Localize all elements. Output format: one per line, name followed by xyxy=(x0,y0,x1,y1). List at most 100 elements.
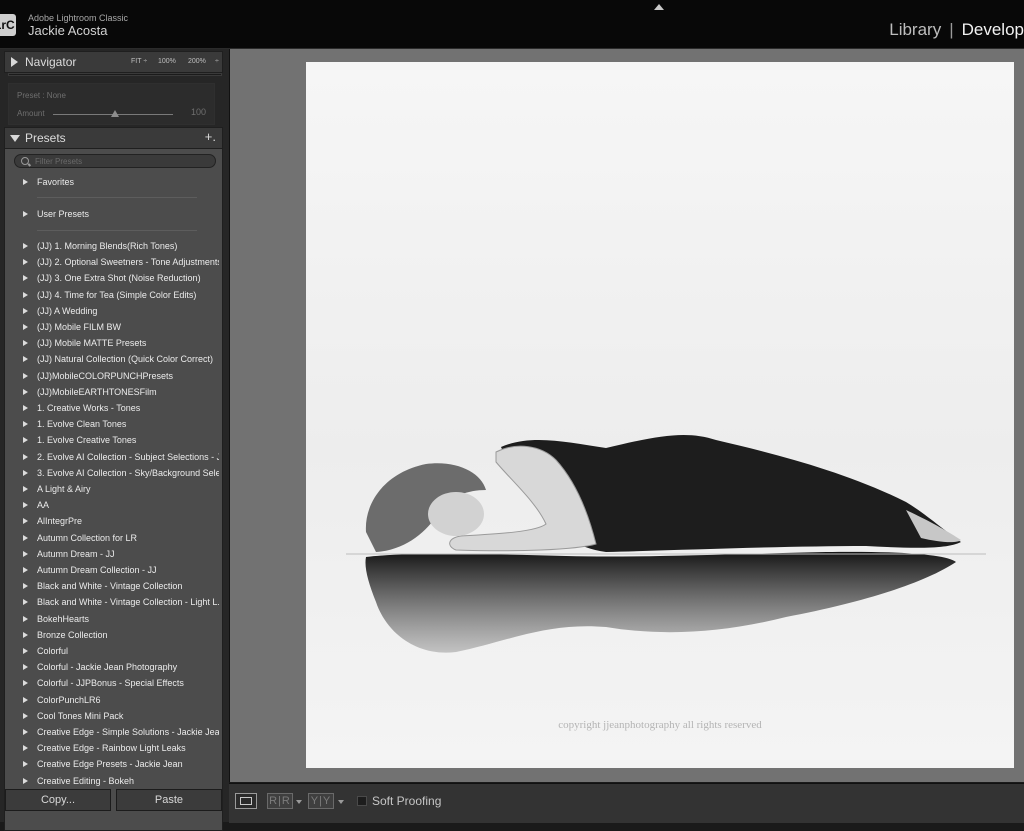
expand-group-icon xyxy=(23,437,28,444)
zoom-fit[interactable]: FIT ÷ xyxy=(131,58,147,65)
preset-group-item[interactable]: User Presets xyxy=(5,208,222,222)
preset-group-item[interactable]: (JJ) A Wedding xyxy=(5,305,222,319)
preset-group-item[interactable]: Creative Edge Presets - Jackie Jean xyxy=(5,758,222,772)
presets-header[interactable]: Presets +. xyxy=(4,127,223,149)
preset-group-item[interactable]: AlIntegrPre xyxy=(5,515,222,529)
preset-group-label: Black and White - Vintage Collection - L… xyxy=(37,597,219,608)
chevron-down-icon[interactable] xyxy=(338,800,344,804)
lightroom-logo: LrC xyxy=(0,14,16,36)
preset-group-item[interactable]: Autumn Dream Collection - JJ xyxy=(5,564,222,578)
preset-group-item[interactable]: (JJ) 2. Optional Sweetners - Tone Adjust… xyxy=(5,256,222,270)
expand-group-icon xyxy=(23,356,28,363)
preset-group-item[interactable]: Creative Editing - Bokeh xyxy=(5,775,222,789)
loupe-view-icon[interactable] xyxy=(235,793,257,809)
paste-button[interactable]: Paste xyxy=(116,789,222,811)
preset-group-item[interactable]: 1. Creative Works - Tones xyxy=(5,402,222,416)
expand-group-icon xyxy=(23,421,28,428)
preset-group-label: Creative Edge Presets - Jackie Jean xyxy=(37,759,183,770)
expand-group-icon xyxy=(23,777,28,784)
preset-group-item[interactable]: (JJ) Mobile MATTE Presets xyxy=(5,337,222,351)
module-picker: Library | Develop xyxy=(889,20,1024,40)
preset-group-label: Creative Edge - Simple Solutions - Jacki… xyxy=(37,727,219,737)
photo-preview[interactable]: copyright jjeanphotography all rights re… xyxy=(306,62,1014,768)
expand-group-icon xyxy=(23,534,28,541)
preset-group-item[interactable]: (JJ) 3. One Extra Shot (Noise Reduction) xyxy=(5,272,222,286)
preset-group-item[interactable]: 1. Evolve Clean Tones xyxy=(5,418,222,432)
expand-group-icon xyxy=(23,324,28,330)
zoom-more[interactable]: ÷ xyxy=(215,58,219,65)
preset-group-item[interactable]: (JJ) Natural Collection (Quick Color Cor… xyxy=(5,353,222,367)
module-develop[interactable]: Develop xyxy=(962,20,1024,39)
preset-group-item[interactable]: 1. Evolve Creative Tones xyxy=(5,434,222,448)
preset-group-item[interactable]: 2. Evolve AI Collection - Subject Select… xyxy=(5,451,222,465)
add-preset-icon[interactable]: +. xyxy=(205,129,216,144)
preset-group-label: 1. Creative Works - Tones xyxy=(37,403,141,413)
amount-slider-thumb[interactable] xyxy=(111,110,119,117)
expand-group-icon xyxy=(23,469,28,476)
chevron-down-icon[interactable] xyxy=(296,800,302,804)
preset-group-item[interactable]: Colorful - JJPBonus - Special Effects xyxy=(5,677,222,691)
preset-group-item[interactable]: Bronze Collection xyxy=(5,629,222,643)
top-panel-toggle-icon[interactable] xyxy=(654,4,664,10)
preset-group-item[interactable]: Black and White - Vintage Collection xyxy=(5,580,222,594)
module-library[interactable]: Library xyxy=(889,20,941,39)
photo-background xyxy=(306,62,1014,768)
preset-group-label: Creative Edge - Rainbow Light Leaks xyxy=(37,743,186,754)
preset-group-label: Autumn Dream Collection - JJ xyxy=(37,565,157,575)
preset-group-label: AlIntegrPre xyxy=(37,516,83,527)
expand-group-icon xyxy=(23,275,28,282)
preset-group-label: (JJ)MobileEARTHTONESFilm xyxy=(37,386,157,397)
preset-group-label: AA xyxy=(37,500,50,511)
expand-group-icon xyxy=(23,567,28,573)
preset-group-item[interactable]: Creative Edge - Rainbow Light Leaks xyxy=(5,742,222,756)
soft-proofing-checkbox[interactable] xyxy=(357,796,367,806)
preset-group-item[interactable]: (JJ) 1. Morning Blends(Rich Tones) xyxy=(5,240,222,254)
preset-group-item[interactable]: (JJ) Mobile FILM BW xyxy=(5,321,222,335)
copy-button[interactable]: Copy... xyxy=(5,789,111,811)
preset-group-item[interactable]: Favorites xyxy=(5,176,222,190)
preset-search-input[interactable] xyxy=(35,156,205,167)
preset-group-item[interactable]: Colorful xyxy=(5,645,222,659)
preset-group-item[interactable]: Colorful - Jackie Jean Photography xyxy=(5,661,222,675)
preset-group-item[interactable]: 3. Evolve AI Collection - Sky/Background… xyxy=(5,467,222,481)
expand-group-icon xyxy=(23,372,28,379)
expand-group-icon xyxy=(23,664,28,671)
expand-group-icon xyxy=(23,405,28,411)
preset-group-label: 2. Evolve AI Collection - Subject Select… xyxy=(37,451,219,462)
preset-group-item[interactable]: AA xyxy=(5,499,222,513)
preset-search-box[interactable] xyxy=(14,154,216,168)
preset-group-item[interactable]: Creative Edge - Simple Solutions - Jacki… xyxy=(5,726,222,740)
preset-group-label: Colorful xyxy=(37,646,69,656)
amount-label: Amount xyxy=(17,109,45,118)
collapse-icon xyxy=(10,135,20,142)
expand-group-icon xyxy=(23,583,28,590)
preset-group-item[interactable]: A Light & Airy xyxy=(5,483,222,497)
expand-group-icon xyxy=(23,680,28,687)
preset-group-item[interactable]: Black and White - Vintage Collection - L… xyxy=(5,596,222,610)
preset-group-item[interactable]: (JJ) 4. Time for Tea (Simple Color Edits… xyxy=(5,289,222,303)
expand-group-icon xyxy=(23,291,28,298)
zoom-200[interactable]: 200% xyxy=(188,58,206,65)
preset-group-label: A Light & Airy xyxy=(37,484,91,494)
before-after-yy-button[interactable]: Y|Y xyxy=(308,793,334,809)
preset-group-item[interactable]: Autumn Collection for LR xyxy=(5,532,222,546)
navigator-header[interactable]: Navigator FIT ÷ 100% 200% ÷ xyxy=(4,51,223,73)
develop-toolbar: R|R Y|Y Soft Proofing xyxy=(229,783,1024,823)
search-icon xyxy=(21,157,29,165)
preset-group-label: Bronze Collection xyxy=(37,629,108,640)
before-after-lr-button[interactable]: R|R xyxy=(267,793,293,809)
preset-label: Preset : None xyxy=(17,91,66,100)
expand-group-icon xyxy=(23,259,28,266)
preset-group-item[interactable]: Cool Tones Mini Pack xyxy=(5,710,222,724)
preset-group-item[interactable]: ColorPunchLR6 xyxy=(5,694,222,708)
zoom-100[interactable]: 100% xyxy=(158,58,176,65)
expand-group-icon xyxy=(23,486,28,492)
preset-group-item[interactable]: Autumn Dream - JJ xyxy=(5,548,222,562)
expand-group-icon xyxy=(23,729,28,735)
preset-group-item[interactable]: (JJ)MobileEARTHTONESFilm xyxy=(5,386,222,400)
preset-group-item[interactable]: BokehHearts xyxy=(5,613,222,627)
module-separator: | xyxy=(949,20,954,39)
preset-group-item[interactable]: (JJ)MobileCOLORPUNCHPresets xyxy=(5,370,222,384)
expand-group-icon xyxy=(23,453,28,460)
expand-group-icon xyxy=(23,745,28,752)
